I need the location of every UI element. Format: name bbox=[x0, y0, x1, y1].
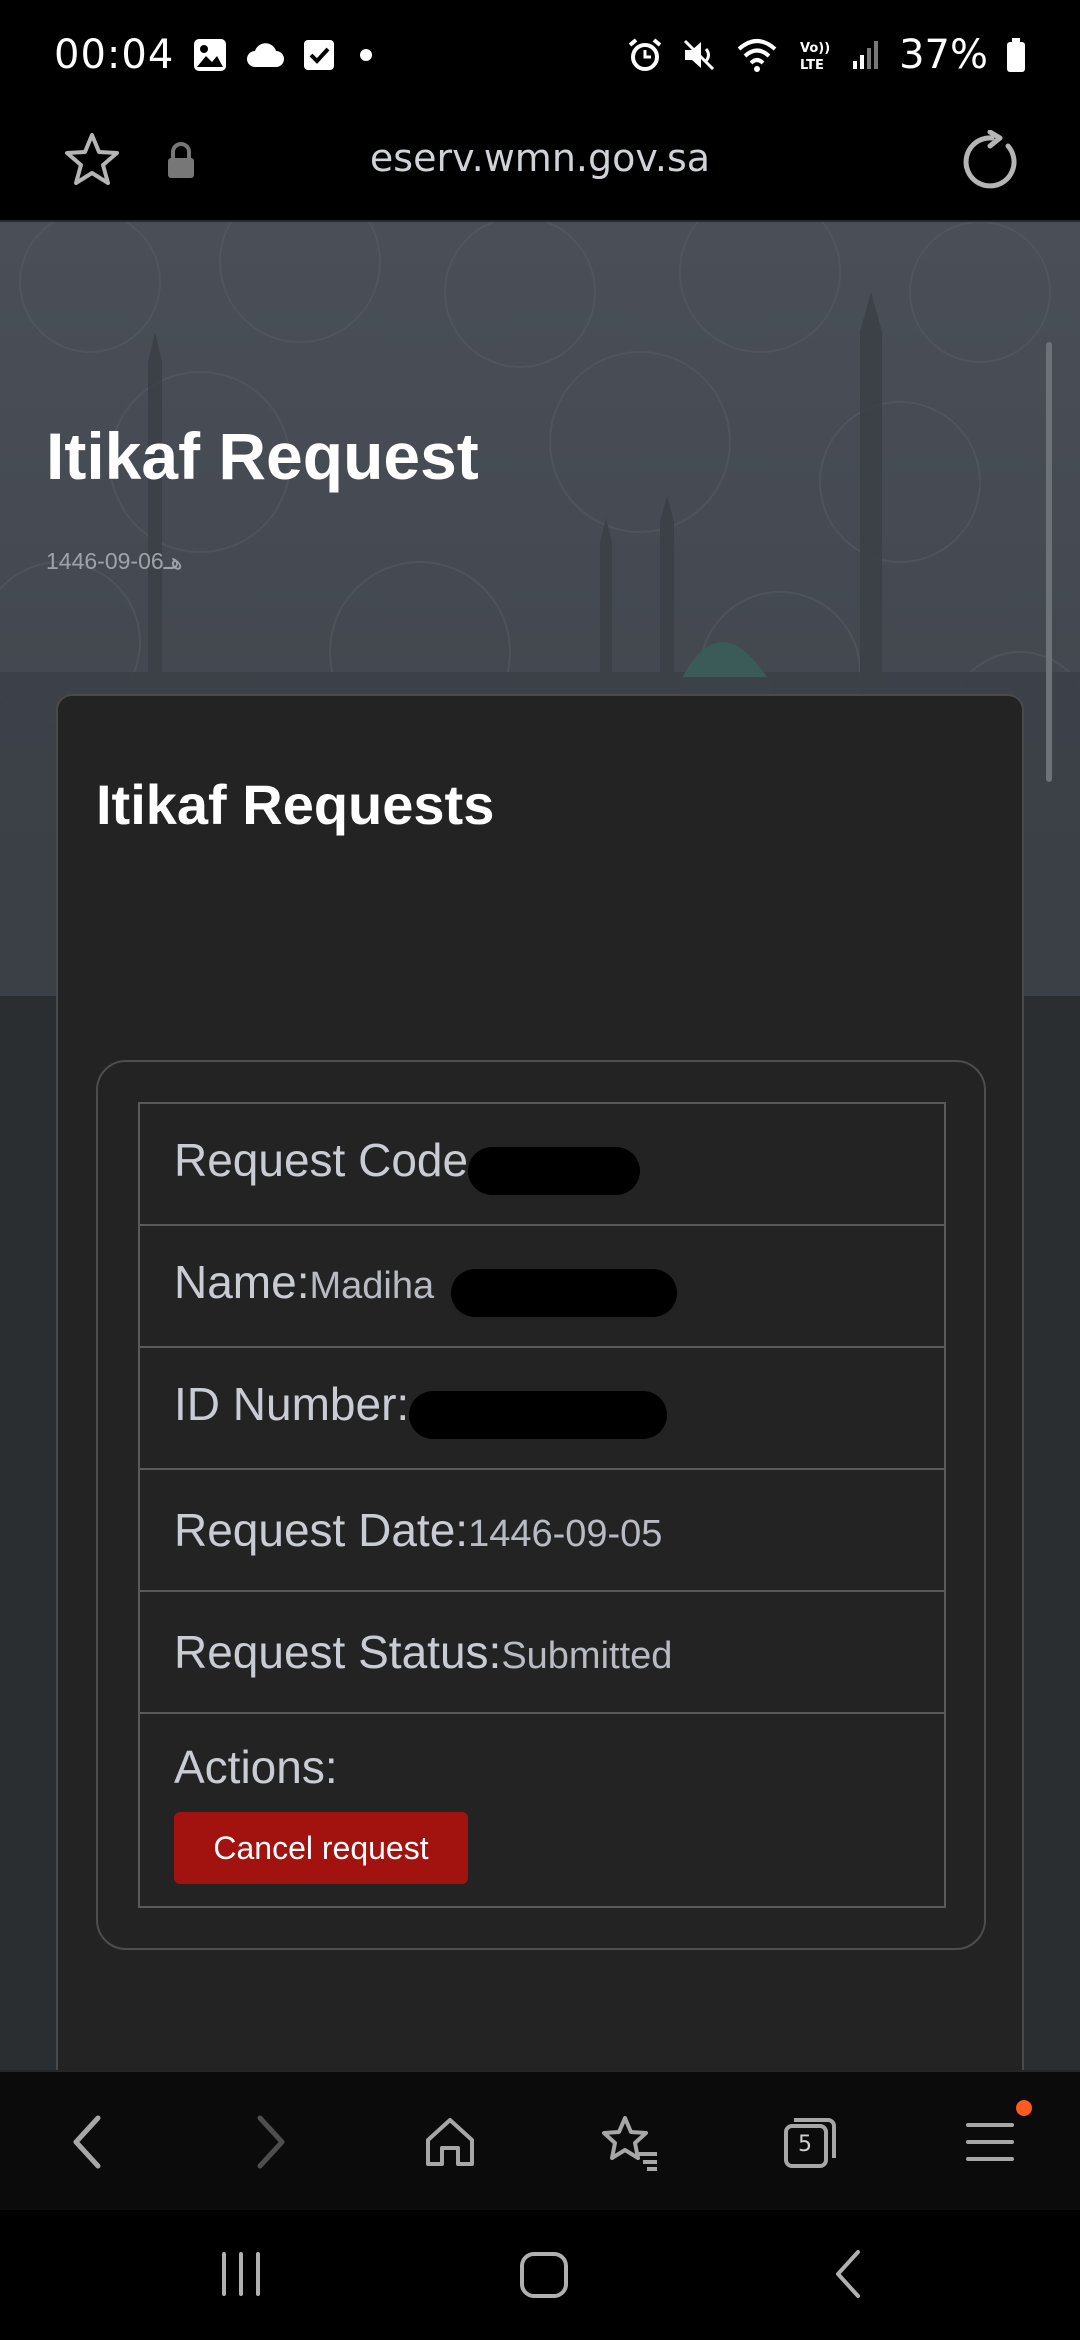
image-icon bbox=[192, 37, 228, 73]
chevron-right-icon bbox=[257, 2115, 285, 2169]
home-square-icon bbox=[520, 2252, 568, 2298]
checkbox-icon bbox=[302, 38, 336, 72]
alarm-icon bbox=[627, 37, 663, 73]
hamburger-menu-icon bbox=[966, 2123, 1014, 2161]
table-row-actions: Actions: Cancel request bbox=[138, 1712, 946, 1908]
request-date-label: Request Date: bbox=[174, 1504, 469, 1556]
status-left: 00:04 bbox=[54, 32, 378, 78]
request-status-value: Submitted bbox=[501, 1635, 673, 1677]
menu-notification-dot bbox=[1016, 2100, 1032, 2116]
web-page: Itikaf Request 1446-09-06هـ Itikaf Reque… bbox=[0, 222, 1080, 2070]
back-nav-button[interactable] bbox=[826, 2244, 870, 2309]
status-bar: 00:04 Vo)) LTE 37% bbox=[0, 0, 1080, 110]
cancel-request-button[interactable]: Cancel request bbox=[174, 1812, 468, 1884]
id-number-label: ID Number: bbox=[174, 1377, 410, 1430]
home-icon bbox=[426, 2118, 474, 2166]
battery-icon bbox=[1006, 37, 1026, 73]
redacted-request-code bbox=[468, 1147, 641, 1196]
id-number-cell: ID Number: bbox=[138, 1346, 946, 1470]
hijri-date: 1446-09-06هـ bbox=[46, 548, 183, 574]
back-chevron-icon bbox=[836, 2250, 860, 2298]
page-scrollbar[interactable] bbox=[1046, 342, 1052, 782]
request-date-value: 1446-09-05 bbox=[468, 1513, 663, 1555]
signal-icon bbox=[851, 39, 881, 71]
menu-button[interactable] bbox=[958, 2110, 1022, 2174]
recent-apps-button[interactable] bbox=[216, 2244, 266, 2309]
actions-cell: Actions: Cancel request bbox=[138, 1712, 946, 1908]
request-status-cell: Request Status:Submitted bbox=[138, 1590, 946, 1714]
wifi-icon bbox=[735, 37, 779, 73]
tabs-count: 5 bbox=[798, 2132, 812, 2157]
cloud-icon bbox=[246, 41, 285, 69]
actions-label: Actions: bbox=[174, 1741, 338, 1793]
name-value: Madiha bbox=[309, 1264, 435, 1307]
redacted-surname bbox=[450, 1269, 677, 1318]
card-title: Itikaf Requests bbox=[96, 773, 495, 836]
table-row-request-date: Request Date:1446-09-05 bbox=[138, 1468, 946, 1592]
tabs-button[interactable]: 5 bbox=[778, 2110, 842, 2174]
chevron-left-icon bbox=[73, 2115, 101, 2169]
battery-percentage: 37% bbox=[899, 32, 988, 78]
volte-icon: Vo)) LTE bbox=[797, 37, 833, 73]
status-right: Vo)) LTE 37% bbox=[627, 32, 1026, 78]
mute-icon bbox=[681, 37, 717, 73]
forward-button[interactable] bbox=[238, 2110, 302, 2174]
table-row-request-code: Request Code bbox=[138, 1102, 946, 1226]
recent-apps-icon bbox=[222, 2252, 260, 2296]
request-details-table: Request Code Name:Madiha ID Number: Requ… bbox=[138, 1102, 946, 1908]
page-title: Itikaf Request bbox=[46, 419, 479, 493]
home-nav-button[interactable] bbox=[516, 2244, 572, 2309]
system-navigation-bar bbox=[0, 2210, 1080, 2340]
reload-icon[interactable] bbox=[960, 129, 1024, 199]
table-row-name: Name:Madiha bbox=[138, 1224, 946, 1348]
browser-toolbar: 5 bbox=[0, 2070, 1080, 2210]
back-button[interactable] bbox=[56, 2110, 120, 2174]
table-row-id-number: ID Number: bbox=[138, 1346, 946, 1470]
browser-url-bar: eserv.wmn.gov.sa bbox=[0, 110, 1080, 222]
request-code-cell: Request Code bbox=[138, 1102, 946, 1226]
home-button[interactable] bbox=[418, 2110, 482, 2174]
bookmarks-star-list-icon bbox=[602, 2116, 657, 2171]
svg-text:Vo)): Vo)) bbox=[800, 41, 830, 56]
url-text[interactable]: eserv.wmn.gov.sa bbox=[0, 136, 1080, 180]
requests-card: Itikaf Requests Request Code Name:Madiha bbox=[56, 694, 1024, 2070]
request-details-box: Request Code Name:Madiha ID Number: Requ… bbox=[96, 1060, 986, 1950]
request-date-cell: Request Date:1446-09-05 bbox=[138, 1468, 946, 1592]
request-code-label: Request Code bbox=[174, 1133, 469, 1186]
table-row-request-status: Request Status:Submitted bbox=[138, 1590, 946, 1714]
redacted-id-number bbox=[409, 1391, 668, 1440]
dot-icon bbox=[354, 43, 378, 67]
bookmarks-button[interactable] bbox=[598, 2110, 662, 2174]
svg-text:LTE: LTE bbox=[800, 58, 824, 73]
request-status-label: Request Status: bbox=[174, 1626, 502, 1678]
name-label: Name: bbox=[174, 1255, 310, 1308]
status-time: 00:04 bbox=[54, 32, 175, 78]
name-cell: Name:Madiha bbox=[138, 1224, 946, 1348]
